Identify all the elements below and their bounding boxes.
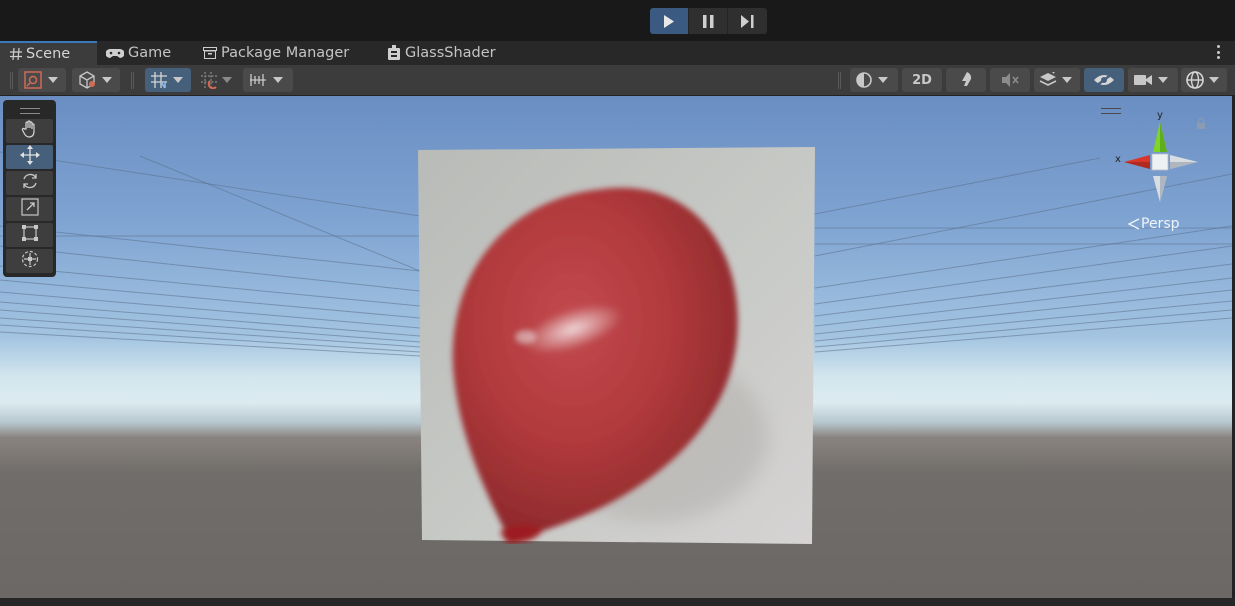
x-axis-label: x [1115, 154, 1121, 165]
effects-dropdown[interactable] [1034, 68, 1080, 92]
lighting-icon [957, 71, 975, 89]
shading-mode-dropdown[interactable] [72, 68, 120, 92]
tab-label: GlassShader [405, 45, 496, 61]
pause-button[interactable] [689, 8, 728, 34]
y-axis-label: y [1157, 110, 1163, 121]
effects-icon [1034, 72, 1062, 88]
tab-label: Game [128, 45, 172, 61]
pause-icon [702, 14, 713, 28]
toolbar-separator [838, 72, 841, 89]
chevron-down-icon [173, 77, 183, 83]
draw-mode-icon [18, 71, 48, 89]
package-icon [203, 47, 217, 59]
camera-icon [1128, 73, 1158, 87]
increment-snap-dropdown[interactable] [196, 68, 238, 92]
grid-visibility-dropdown[interactable] [243, 68, 293, 92]
shader-graph-icon [387, 45, 401, 61]
camera-dropdown[interactable] [1128, 68, 1178, 92]
grid-snapping-toggle[interactable] [145, 68, 191, 92]
tab-game[interactable]: Game [106, 41, 171, 65]
chevron-down-icon [1062, 77, 1072, 83]
rotate-icon [21, 172, 39, 194]
tools-overlay [3, 100, 56, 277]
hash-icon [10, 48, 22, 60]
projection-toggle[interactable]: Persp [1128, 216, 1180, 232]
chevron-left-icon [1128, 218, 1140, 230]
move-tool-button[interactable] [6, 145, 53, 169]
grid-snap-icon [145, 71, 173, 89]
chevron-down-icon [1209, 77, 1219, 83]
tab-glassshader[interactable]: GlassShader [387, 41, 496, 65]
chevron-down-icon [1158, 77, 1168, 83]
scene-visibility-toggle[interactable] [1084, 68, 1124, 92]
rotate-tool-button[interactable] [6, 171, 53, 195]
lighting-toggle[interactable] [946, 68, 986, 92]
rect-icon [21, 224, 39, 246]
balloon-image-quad[interactable] [418, 147, 815, 544]
scale-tool-button[interactable] [6, 197, 53, 221]
tab-label: Package Manager [221, 45, 350, 61]
more-options-icon[interactable] [1216, 45, 1220, 59]
2d-label: 2D [912, 72, 932, 88]
step-icon [741, 14, 754, 28]
shading-cube-icon [72, 71, 102, 89]
transform-tool-button[interactable] [6, 249, 53, 273]
lock-icon [1197, 117, 1205, 129]
overlay-grip[interactable] [20, 108, 40, 114]
tab-label: Scene [26, 46, 71, 62]
chevron-down-icon [273, 77, 283, 83]
projection-label: Persp [1141, 216, 1180, 232]
tab-scene[interactable]: Scene [0, 41, 97, 65]
transform-icon [20, 249, 40, 273]
increment-snap-icon [196, 71, 222, 89]
chevron-down-icon [878, 77, 888, 83]
playmode-controls [650, 8, 767, 34]
gizmos-icon [1181, 70, 1209, 90]
render-mode-dropdown[interactable] [850, 68, 898, 92]
step-button[interactable] [728, 8, 767, 34]
hand-icon [21, 120, 39, 142]
scene-view-toolbar: 2D [0, 65, 1235, 96]
audio-toggle[interactable] [990, 68, 1030, 92]
2d-mode-toggle[interactable]: 2D [902, 68, 942, 92]
render-mode-icon [850, 71, 878, 89]
hand-tool-button[interactable] [6, 119, 53, 143]
chevron-down-icon [102, 77, 112, 83]
rect-tool-button[interactable] [6, 223, 53, 247]
playmode-toolbar [0, 0, 1235, 40]
audio-mute-icon [1001, 72, 1019, 88]
play-icon [664, 14, 674, 28]
draw-mode-dropdown[interactable] [18, 68, 66, 92]
gamepad-icon [106, 48, 124, 59]
grid-ruler-icon [243, 73, 273, 87]
editor-tab-bar: Scene Game Package Manager GlassShader [0, 40, 1235, 65]
tab-package-manager[interactable]: Package Manager [203, 41, 349, 65]
gizmos-dropdown[interactable] [1181, 68, 1227, 92]
chevron-down-icon [222, 77, 232, 83]
chevron-down-icon [48, 77, 58, 83]
toolbar-separator [131, 72, 134, 89]
scale-icon [20, 198, 39, 220]
viewport-status-strip [0, 598, 1235, 606]
play-button[interactable] [650, 8, 689, 34]
move-icon [19, 145, 40, 169]
scene-visibility-icon [1093, 73, 1115, 87]
toolbar-grip [10, 72, 13, 89]
